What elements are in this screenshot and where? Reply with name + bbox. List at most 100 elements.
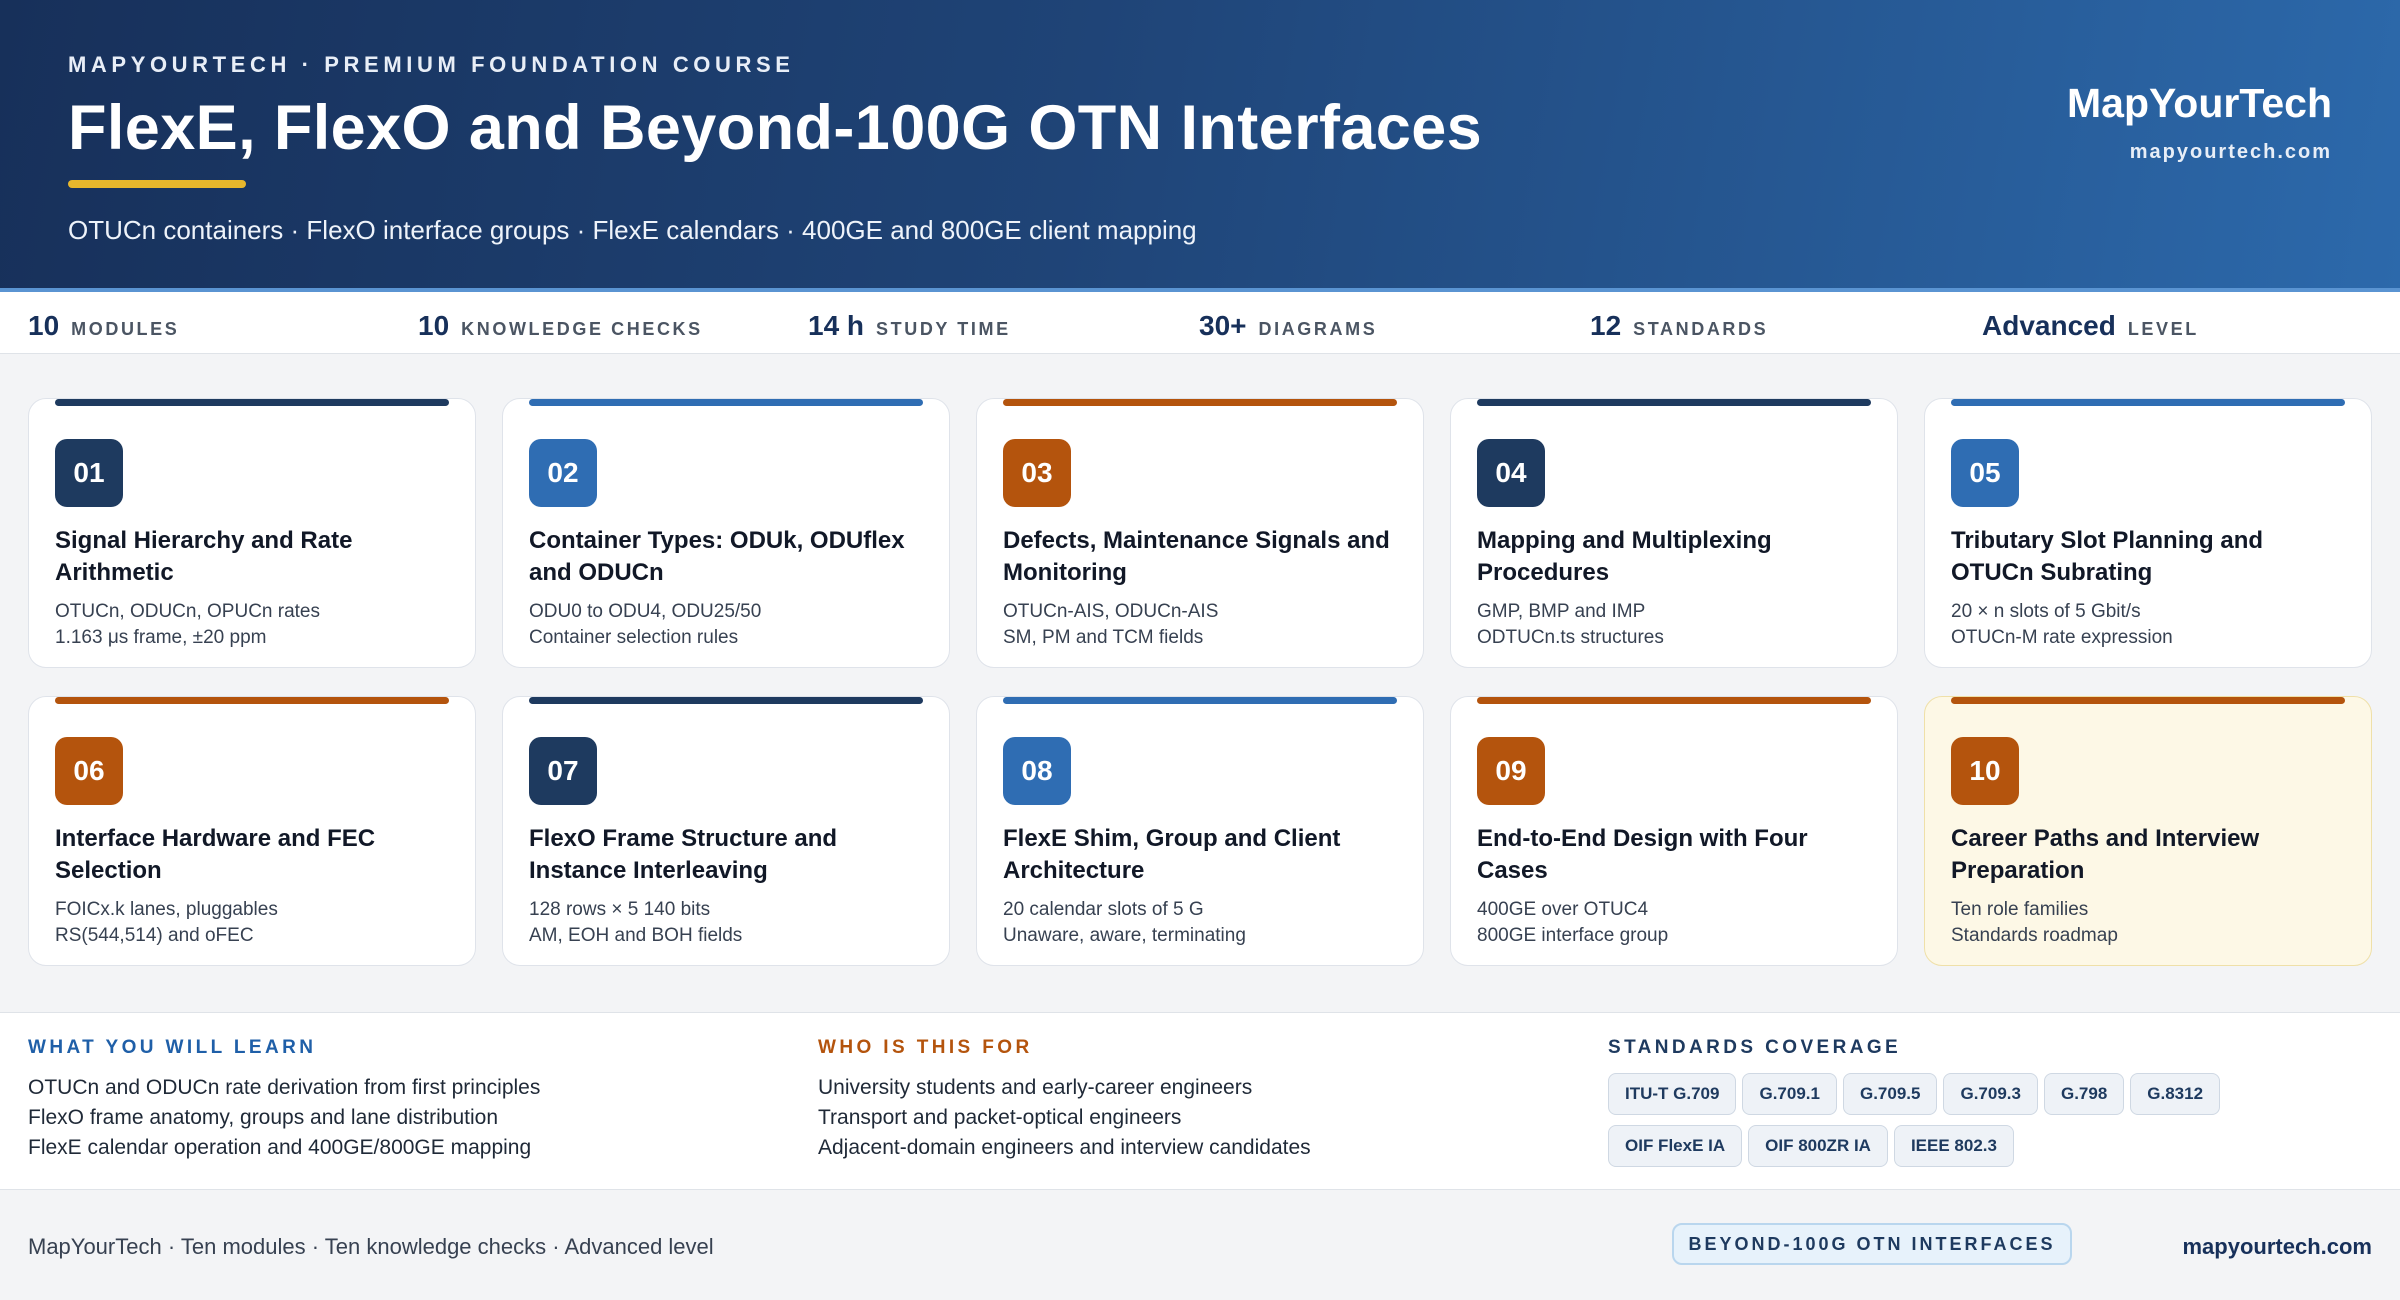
standards-chip-list: ITU-T G.709 G.709.1 G.709.5 G.709.3 G.798 G.8… (1608, 1073, 2288, 1177)
module-number-badge: 03 (1003, 439, 1071, 507)
card-accent-bar (1003, 399, 1397, 406)
brand-name: MapYourTech (2067, 80, 2332, 126)
module-detail: Standards roadmap (1951, 925, 2118, 946)
module-number-badge: 05 (1951, 439, 2019, 507)
module-card-08[interactable]: 08 FlexE Shim, Group and Client Architec… (976, 696, 1424, 966)
stat-value: Advanced (1982, 310, 2116, 341)
module-title: Interface Hardware and FEC Selection (55, 825, 376, 884)
stat-label: STANDARDS (1633, 319, 1769, 339)
module-detail: Container selection rules (529, 627, 739, 648)
module-detail: ODU0 to ODU4, ODU25/50 (529, 601, 762, 622)
module-number-badge: 02 (529, 439, 597, 507)
stat-modules: 10 MODULES (28, 310, 179, 342)
card-accent-bar (55, 399, 449, 406)
module-card-05[interactable]: 05 Tributary Slot Planning and OTUCn Sub… (1924, 398, 2372, 668)
footer-summary: MapYourTech · Ten modules · Ten knowledg… (28, 1234, 714, 1259)
course-info-panel: WHAT YOU WILL LEARN OTUCn and ODUCn rate… (0, 1012, 2400, 1190)
module-title: Defects, Maintenance Signals and Monitor… (1003, 527, 1390, 586)
module-number-badge: 06 (55, 737, 123, 805)
module-detail: SM, PM and TCM fields (1003, 627, 1204, 648)
module-detail: AM, EOH and BOH fields (529, 925, 743, 946)
module-number-badge: 07 (529, 737, 597, 805)
module-card-10[interactable]: 10 Career Paths and Interview Preparatio… (1924, 696, 2372, 966)
module-card-03[interactable]: 03 Defects, Maintenance Signals and Moni… (976, 398, 1424, 668)
standard-chip: ITU-T G.709 (1608, 1073, 1737, 1115)
card-accent-bar (1003, 697, 1397, 704)
module-detail: OTUCn-M rate expression (1951, 627, 2173, 648)
module-title: End-to-End Design with Four Cases (1477, 825, 1808, 884)
module-detail: OTUCn-AIS, ODUCn-AIS (1003, 601, 1219, 622)
stats-bar: 10 MODULES 10 KNOWLEDGE CHECKS 14 h STUDY T… (0, 288, 2400, 354)
module-detail: 20 × n slots of 5 Gbit/s (1951, 601, 2141, 622)
page-subtitle: OTUCn containers · FlexO interface group… (68, 215, 1197, 245)
standard-chip: G.8312 (2130, 1073, 2221, 1115)
module-detail: Ten role families (1951, 899, 2089, 920)
stat-knowledge-checks: 10 KNOWLEDGE CHECKS (418, 310, 703, 342)
stat-label: STUDY TIME (876, 319, 1011, 339)
module-detail: 800GE interface group (1477, 925, 1669, 946)
learn-item: FlexO frame anatomy, groups and lane dis… (28, 1106, 499, 1129)
audience-column: WHO IS THIS FOR University students and … (818, 1037, 1311, 1163)
standard-chip: IEEE 802.3 (1893, 1125, 2014, 1167)
card-accent-bar (1477, 399, 1871, 406)
course-eyebrow: MAPYOURTECH · PREMIUM FOUNDATION COURSE (68, 52, 795, 77)
standards-heading: STANDARDS COVERAGE (1608, 1037, 1902, 1058)
module-title: FlexO Frame Structure and Instance Inter… (529, 825, 838, 884)
module-title: Tributary Slot Planning and OTUCn Subrat… (1951, 527, 2264, 586)
module-detail: 400GE over OTUC4 (1477, 899, 1649, 920)
module-number-badge: 09 (1477, 737, 1545, 805)
stat-diagrams: 30+ DIAGRAMS (1199, 310, 1377, 342)
audience-item: Adjacent-domain engineers and interview … (818, 1136, 1311, 1159)
module-card-07[interactable]: 07 FlexO Frame Structure and Instance In… (502, 696, 950, 966)
footer-link[interactable]: mapyourtech.com (2183, 1234, 2373, 1260)
stat-label: LEVEL (2127, 319, 2199, 339)
card-accent-bar (1477, 697, 1871, 704)
module-detail: 1.163 μs frame, ±20 ppm (55, 627, 267, 648)
module-title: Container Types: ODUk, ODUflex and ODUCn (529, 527, 905, 586)
module-title: FlexE Shim, Group and Client Architectur… (1003, 825, 1341, 884)
module-detail: OTUCn, ODUCn, OPUCn rates (55, 601, 320, 622)
stat-value: 10 (418, 310, 450, 341)
stat-value: 14 h (808, 310, 865, 341)
module-card-04[interactable]: 04 Mapping and Multiplexing Procedures G… (1450, 398, 1898, 668)
module-card-06[interactable]: 06 Interface Hardware and FEC Selection … (28, 696, 476, 966)
module-card-09[interactable]: 09 End-to-End Design with Four Cases 400… (1450, 696, 1898, 966)
learn-item: OTUCn and ODUCn rate derivation from fir… (28, 1076, 541, 1099)
audience-heading: WHO IS THIS FOR (818, 1037, 1033, 1058)
stat-value: 30+ (1199, 310, 1247, 341)
card-accent-bar (1951, 399, 2345, 406)
card-accent-bar (529, 697, 923, 704)
card-accent-bar (1951, 697, 2345, 704)
standards-column: STANDARDS COVERAGE ITU-T G.709 G.709.1 G.7… (1608, 1037, 2288, 1177)
stat-label: MODULES (71, 319, 180, 339)
module-card-02[interactable]: 02 Container Types: ODUk, ODUflex and OD… (502, 398, 950, 668)
module-detail: GMP, BMP and IMP (1477, 601, 1646, 622)
standard-chip: OIF 800ZR IA (1748, 1125, 1888, 1167)
learn-column: WHAT YOU WILL LEARN OTUCn and ODUCn rate… (28, 1037, 540, 1163)
module-card-01[interactable]: 01 Signal Hierarchy and Rate Arithmetic … (28, 398, 476, 668)
audience-item: University students and early-career eng… (818, 1076, 1253, 1099)
card-accent-bar (529, 399, 923, 406)
module-number-badge: 08 (1003, 737, 1071, 805)
module-title: Career Paths and Interview Preparation (1951, 825, 2260, 884)
stat-level: Advanced LEVEL (1982, 310, 2199, 342)
module-detail: ODTUCn.ts structures (1477, 627, 1664, 648)
card-accent-bar (55, 697, 449, 704)
module-detail: 20 calendar slots of 5 G (1003, 899, 1204, 920)
module-title: Signal Hierarchy and Rate Arithmetic (55, 527, 353, 586)
module-number-badge: 04 (1477, 439, 1545, 507)
stat-label: KNOWLEDGE CHECKS (461, 319, 703, 339)
module-detail: Unaware, aware, terminating (1003, 925, 1246, 946)
page-title: FlexE, FlexO and Beyond-100G OTN Interfa… (68, 93, 1483, 163)
learn-item: FlexE calendar operation and 400GE/800GE… (28, 1136, 532, 1159)
stat-value: 10 (28, 310, 60, 341)
module-title: Mapping and Multiplexing Procedures (1477, 527, 1772, 586)
standard-chip: OIF FlexE IA (1608, 1125, 1743, 1167)
module-detail: 128 rows × 5 140 bits (529, 899, 711, 920)
standard-chip: G.709.1 (1742, 1073, 1837, 1115)
footer-topic-badge: BEYOND-100G OTN INTERFACES (1672, 1223, 2072, 1265)
brand-block: MapYourTech mapyourtech.com (2067, 80, 2332, 164)
module-number-badge: 10 (1951, 737, 2019, 805)
audience-item: Transport and packet-optical engineers (818, 1106, 1182, 1129)
stat-study-time: 14 h STUDY TIME (808, 310, 1011, 342)
